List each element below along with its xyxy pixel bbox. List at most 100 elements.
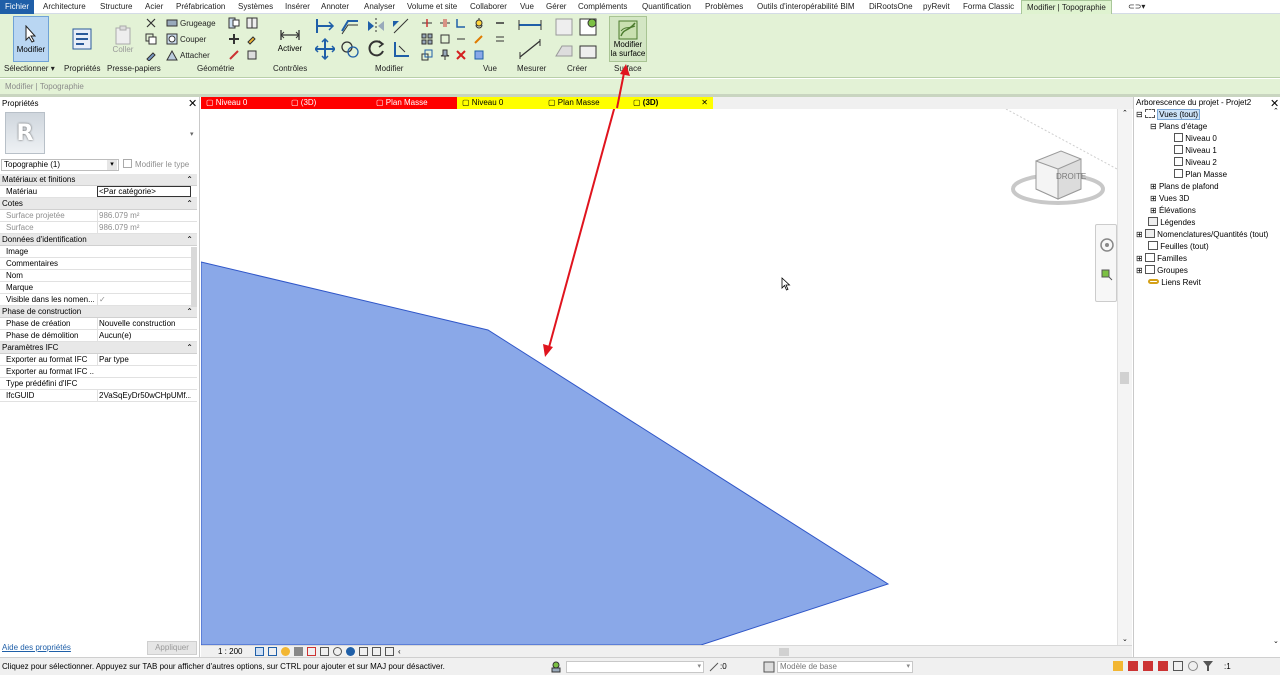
select-by-face-icon[interactable] [1158, 661, 1168, 671]
paste-button[interactable]: Coller [110, 16, 136, 62]
menu-tab-16[interactable]: Outils d'interopérabilité BIM [752, 0, 860, 14]
prop-row-comments[interactable]: Commentaires [0, 258, 197, 270]
menu-tab-2[interactable]: Structure [95, 0, 137, 14]
menu-tab-7[interactable]: Annoter [316, 0, 354, 14]
tree-item-schedules[interactable]: ⊞ Nomenclatures/Quantités (tout) [1136, 229, 1268, 241]
scale-value[interactable]: 1 : 200 [218, 647, 242, 656]
prop-row-mark[interactable]: Marque [0, 282, 197, 294]
menu-tab-17[interactable]: DiRootsOne [864, 0, 918, 14]
tree-item-ceiling-plans[interactable]: ⊞ Plans de plafond [1150, 181, 1219, 193]
offset-icon[interactable] [340, 17, 360, 35]
hide-element-icon[interactable] [473, 17, 485, 29]
prop-row-phase-created[interactable]: Phase de création Nouvelle construction [0, 318, 197, 330]
menu-tab-8[interactable]: Analyser [359, 0, 400, 14]
trim-multiple-icon[interactable] [455, 17, 467, 29]
highlight-displacement-icon[interactable] [385, 647, 394, 656]
menu-tab-14[interactable]: Quantification [637, 0, 696, 14]
prop-row-ifc-guid[interactable]: IfcGUID 2VaSqEyDr50wCHpUMf... [0, 390, 197, 402]
rotate-icon[interactable] [366, 38, 386, 60]
pin-icon[interactable] [439, 49, 451, 61]
select-pinned-icon[interactable] [1143, 661, 1153, 671]
sun-path-icon[interactable] [281, 647, 290, 656]
array-icon[interactable] [421, 33, 433, 45]
copy-icon[interactable] [145, 33, 157, 45]
cut-icon[interactable] [145, 17, 157, 29]
show-crop-icon[interactable] [320, 647, 329, 656]
trim-icon[interactable] [391, 38, 411, 60]
quick-access-dropdown-icon[interactable]: ⊂⊃▾ [1123, 0, 1150, 14]
expand-icon[interactable]: ⊞ [1136, 230, 1143, 239]
split-face-icon[interactable] [246, 17, 258, 29]
expand-icon[interactable]: ⊞ [1136, 254, 1143, 263]
prop-row-visible-schedules[interactable]: Visible dans les nomen... ✓ [0, 294, 197, 306]
measure-icon[interactable] [517, 17, 543, 33]
collapse-icon[interactable]: ⊟ [1136, 110, 1143, 119]
cope-icon[interactable] [166, 17, 178, 29]
section-materials[interactable]: Matériaux et finitions ⌃ [0, 174, 197, 186]
close-tab-icon[interactable]: ✕ [701, 97, 708, 109]
tree-item-legends[interactable]: Légendes [1148, 217, 1195, 229]
menu-tab-12[interactable]: Gérer [541, 0, 571, 14]
editable-only-icon[interactable] [708, 661, 720, 673]
select-underlay-icon[interactable] [1128, 661, 1138, 671]
menu-tab-0[interactable]: Fichier [0, 0, 35, 14]
attach-icon[interactable] [166, 49, 178, 61]
visual-style-icon[interactable] [268, 647, 277, 656]
tree-item-views[interactable]: ⊟ Vues (tout) [1136, 109, 1201, 121]
menu-tab-18[interactable]: pyRevit [918, 0, 955, 14]
type-selector[interactable]: Topographie (1) ▾ [1, 159, 119, 171]
menu-tab-13[interactable]: Compléments [573, 0, 632, 14]
edit-type-button[interactable]: Modifier le type [123, 159, 197, 171]
create-assembly-icon[interactable] [554, 17, 574, 37]
tree-item-3d-views[interactable]: ⊞ Vues 3D [1150, 193, 1189, 205]
tree-item-site-plan[interactable]: Plan Masse [1174, 169, 1227, 181]
align-icon[interactable] [315, 17, 335, 35]
section-ifc[interactable]: Paramètres IFC ⌃ [0, 342, 197, 354]
tree-item-groups[interactable]: ⊞ Groupes [1136, 265, 1188, 277]
tree-item-sheets[interactable]: Feuilles (tout) [1148, 241, 1209, 253]
menu-tab-10[interactable]: Collaborer [465, 0, 512, 14]
view-tab-2[interactable]: ▢ Plan Masse [371, 97, 457, 109]
view-tab-3[interactable]: ▢ Niveau 0 [457, 97, 543, 109]
split-gap-icon[interactable] [439, 17, 451, 29]
workset-dropdown[interactable]: ▾ [566, 661, 704, 673]
type-dropdown-arrow-icon[interactable]: ▾ [190, 130, 194, 138]
scroll-up-icon[interactable]: ⌃ [1273, 107, 1279, 115]
view-tab-0[interactable]: ▢ Niveau 0 [201, 97, 286, 109]
move-icon[interactable] [315, 38, 335, 60]
copy-element-icon[interactable] [340, 38, 360, 60]
section-dimensions[interactable]: Cotes ⌃ [0, 198, 197, 210]
menu-tab-5[interactable]: Systèmes [233, 0, 278, 14]
create-group-icon[interactable] [578, 42, 598, 60]
prop-row-phase-demolished[interactable]: Phase de démolition Aucun(e) [0, 330, 197, 342]
cut-geometry-icon[interactable] [166, 33, 178, 45]
tree-item-level-1[interactable]: Niveau 1 [1174, 145, 1217, 157]
menu-tab-20[interactable]: Modifier | Topographie [1021, 0, 1112, 14]
create-similar-icon[interactable] [554, 42, 574, 60]
section-identity[interactable]: Données d'identification ⌃ [0, 234, 197, 246]
filter-icon[interactable] [1203, 661, 1213, 671]
drawing-area[interactable]: DROITE [201, 109, 1117, 645]
select-links-icon[interactable] [1113, 661, 1123, 671]
view-tab-1[interactable]: ▢ (3D) [286, 97, 371, 109]
create-parts-icon[interactable] [578, 17, 598, 37]
tree-item-elevations[interactable]: ⊞ Élévations [1150, 205, 1196, 217]
canvas-vertical-scrollbar[interactable]: ⌃ ⌄ [1117, 109, 1132, 645]
tree-item-floor-plans[interactable]: ⊟ Plans d'étage [1150, 121, 1207, 133]
cut-geometry-label[interactable]: Couper [180, 35, 206, 44]
horizontal-scroll-thumb[interactable] [779, 648, 789, 656]
browser-scrollbar[interactable]: ⌃ ⌄ [1272, 107, 1280, 647]
join-icon[interactable] [228, 17, 240, 29]
scroll-down-icon[interactable]: ⌄ [1122, 635, 1128, 643]
analytical-model-icon[interactable] [372, 647, 381, 656]
menu-tab-19[interactable]: Forma Classic [958, 0, 1019, 14]
dimension-icon[interactable] [517, 38, 543, 60]
split-icon[interactable] [421, 17, 433, 29]
properties-scrollbar[interactable] [191, 247, 197, 307]
collapse-icon[interactable]: ⊟ [1150, 122, 1157, 131]
temp-hide-icon[interactable] [333, 647, 342, 656]
remove-paint-icon[interactable] [246, 49, 258, 61]
view-settings-icon[interactable] [494, 17, 506, 29]
unpin-icon[interactable] [439, 33, 451, 45]
wall-joins-icon[interactable] [228, 33, 240, 45]
